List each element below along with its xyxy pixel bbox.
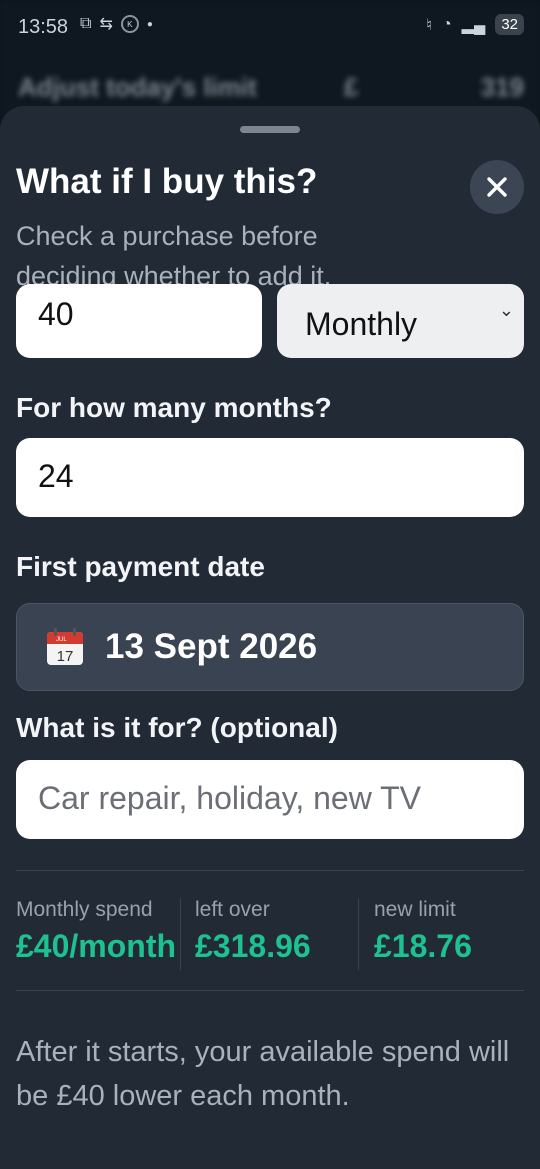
months-label: For how many months? xyxy=(16,392,332,423)
stat-left-over: left over £318.96 xyxy=(195,898,311,965)
mute-icon: ♮ xyxy=(426,16,432,34)
amount-input[interactable]: 40 xyxy=(16,284,262,358)
status-bar: 13:58 ⧉ ⇆ K ● ♮ ◔ ▂▄ 32 xyxy=(0,0,540,56)
stat-value: £40/month xyxy=(16,928,177,964)
purchase-check-sheet: What if I buy this? Check a purchase bef… xyxy=(0,106,540,1169)
background-row-currency: £ xyxy=(344,72,359,102)
svg-text:JUL: JUL xyxy=(56,637,67,643)
background-row-value: 319 xyxy=(480,72,524,102)
stat-value: £18.76 xyxy=(374,928,472,964)
frequency-value: Monthly xyxy=(305,306,418,342)
app-badge-icon: K xyxy=(120,15,139,33)
purpose-label: What is it for? (optional) xyxy=(16,712,338,743)
status-right: ♮ ◔ ▂▄ 32 xyxy=(426,14,524,35)
svg-text:17: 17 xyxy=(57,648,74,665)
divider-top xyxy=(16,870,524,871)
close-icon xyxy=(487,177,507,197)
drag-handle[interactable] xyxy=(240,126,300,133)
stat-monthly-spend: Monthly spend £40/month xyxy=(16,898,176,965)
signal-icon: ▂▄ xyxy=(461,16,486,34)
frequency-select[interactable]: Monthly ⌄ xyxy=(277,284,524,358)
background-limit-row: Adjust today's limit £ 319 xyxy=(18,72,524,103)
months-value: 24 xyxy=(38,458,74,494)
date-label: First payment date xyxy=(16,551,265,582)
stat-separator xyxy=(180,898,181,970)
divider-bottom xyxy=(16,990,524,991)
status-notification-icons: ⧉ ⇆ K ● xyxy=(80,14,153,34)
date-value: 13 Sept 2026 xyxy=(105,627,318,666)
stat-label: new limit xyxy=(374,898,456,921)
battery-indicator: 32 xyxy=(495,14,524,35)
stat-label: Monthly spend xyxy=(16,898,153,921)
chevron-down-icon: ⌄ xyxy=(498,300,514,320)
footnote-text: After it starts, your available spend wi… xyxy=(16,1036,510,1112)
stat-label: left over xyxy=(195,898,270,921)
purpose-placeholder: Car repair, holiday, new TV xyxy=(38,780,421,816)
close-button[interactable] xyxy=(470,160,524,214)
screenshot-icon: ⧉ xyxy=(80,15,92,32)
wifi-icon: ◔ xyxy=(442,15,452,33)
status-time: 13:58 xyxy=(18,16,69,38)
stat-new-limit: new limit £18.76 xyxy=(374,898,472,965)
calendar-icon: JUL 17 xyxy=(47,628,83,665)
background-row-label: Adjust today's limit xyxy=(18,72,257,102)
first-payment-date-picker[interactable]: JUL 17 13 Sept 2026 xyxy=(16,603,524,691)
sheet-title: What if I buy this? xyxy=(16,162,318,201)
stat-value: £318.96 xyxy=(195,928,311,964)
stat-separator xyxy=(358,898,359,970)
amount-value: 40 xyxy=(38,296,74,332)
dot-icon: ● xyxy=(146,18,153,30)
purpose-input[interactable]: Car repair, holiday, new TV xyxy=(16,760,524,839)
months-input[interactable]: 24 xyxy=(16,438,524,517)
cast-icon: ⇆ xyxy=(99,16,113,33)
